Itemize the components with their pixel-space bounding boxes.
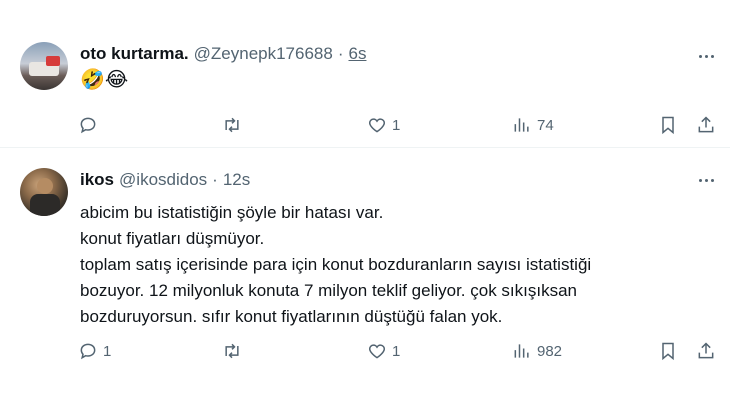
avatar-figure-head	[37, 178, 53, 194]
action-bar: 1 1 982	[78, 340, 718, 362]
separator: ·	[212, 170, 218, 189]
share-icon	[698, 342, 714, 359]
separator: ·	[337, 44, 344, 63]
display-name[interactable]: ikos	[80, 170, 114, 190]
views-button[interactable]: 982	[512, 340, 562, 362]
tweet-text-line: konut fiyatları düşmüyor.	[80, 229, 265, 248]
bookmark-icon	[662, 342, 674, 361]
reply-icon	[80, 117, 96, 134]
views-icon	[514, 344, 529, 358]
bookmark-button[interactable]	[658, 340, 678, 362]
tweet-header: oto kurtarma. @Zeynepk176688 · 6s	[80, 44, 366, 64]
tweet-text-line: bozduruyorsun. sıfır konut fiyatlarının …	[80, 307, 503, 326]
views-button[interactable]: 74	[512, 114, 554, 136]
bookmark-icon	[662, 116, 674, 135]
user-handle[interactable]: @Zeynepk176688	[194, 44, 333, 64]
user-handle[interactable]: @ikosdidos	[119, 170, 207, 190]
like-button[interactable]: 1	[367, 340, 400, 362]
like-icon	[368, 118, 386, 133]
reply-button[interactable]	[78, 114, 103, 136]
tweet[interactable]: oto kurtarma. @Zeynepk176688 · 6s 🤣😂 1 7…	[0, 0, 730, 147]
retweet-icon	[225, 117, 239, 133]
action-bar: 1 74	[78, 114, 718, 136]
share-button[interactable]	[696, 114, 716, 136]
tweet[interactable]: ikos @ikosdidos · 12s abicim bu istatist…	[0, 148, 730, 420]
avatar[interactable]	[20, 42, 68, 90]
timestamp[interactable]: 12s	[223, 170, 250, 190]
tweet-text-line: abicim bu istatistiğin şöyle bir hatası …	[80, 203, 384, 222]
tweet-text: 🤣😂	[80, 69, 129, 91]
more-icon[interactable]	[696, 170, 716, 190]
share-icon	[698, 116, 714, 133]
avatar[interactable]	[20, 168, 68, 216]
like-button[interactable]: 1	[367, 114, 400, 136]
display-name[interactable]: oto kurtarma.	[80, 44, 189, 64]
views-icon	[514, 118, 529, 132]
retweet-button[interactable]	[222, 340, 247, 362]
timestamp[interactable]: 6s	[349, 44, 367, 64]
tweet-text-line: bozuyor. 12 milyonluk konuta 7 milyon te…	[80, 281, 578, 300]
avatar-car-detail	[46, 56, 60, 66]
share-button[interactable]	[696, 340, 716, 362]
retweet-button[interactable]	[222, 114, 247, 136]
like-count: 1	[392, 116, 401, 134]
reply-icon	[80, 343, 96, 360]
reply-button[interactable]: 1	[78, 340, 111, 362]
like-icon	[368, 344, 386, 359]
view-count: 74	[537, 116, 554, 134]
tweet-text-line: toplam satış içerisinde para için konut …	[80, 255, 592, 274]
like-count: 1	[392, 342, 401, 360]
more-icon[interactable]	[696, 46, 716, 66]
tweet-header: ikos @ikosdidos · 12s	[80, 170, 250, 190]
reply-count: 1	[103, 342, 112, 360]
view-count: 982	[537, 342, 563, 360]
bookmark-button[interactable]	[658, 114, 678, 136]
tweet-text: abicim bu istatistiğin şöyle bir hatası …	[80, 200, 700, 330]
avatar-figure-body	[30, 194, 60, 216]
retweet-icon	[225, 343, 239, 359]
